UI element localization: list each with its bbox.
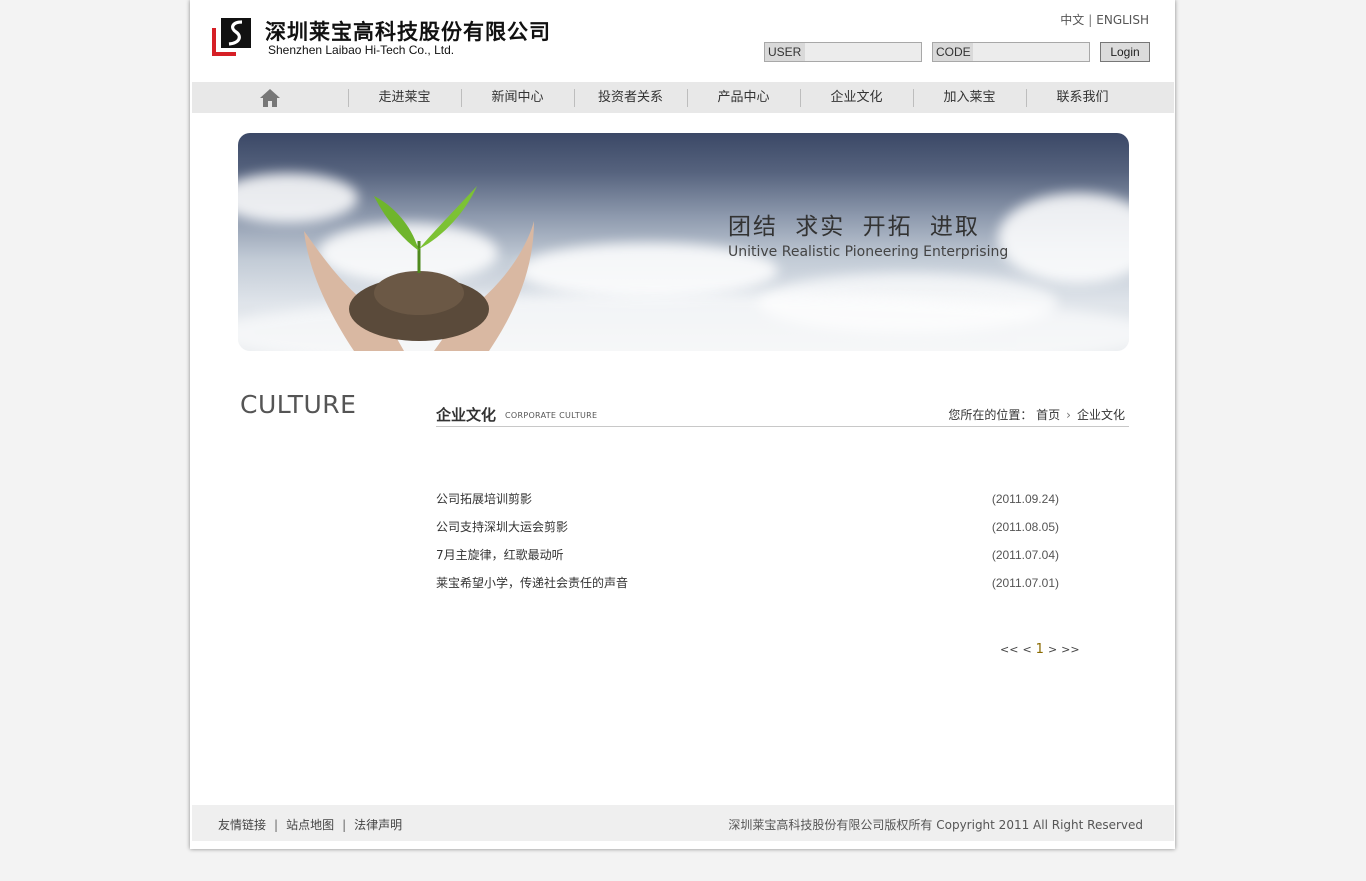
- news-date: (2011.08.05): [991, 520, 1059, 534]
- breadcrumb-current[interactable]: 企业文化: [1077, 408, 1125, 422]
- page-container: 深圳莱宝高科技股份有限公司 Shenzhen Laibao Hi-Tech Co…: [190, 0, 1175, 849]
- pagination: << <1 > >>: [1000, 642, 1084, 657]
- breadcrumb-prefix: 您所在的位置：: [948, 408, 1033, 422]
- news-date: (2011.07.04): [991, 548, 1059, 562]
- list-item: 公司支持深圳大运会剪影 (2011.08.05): [436, 515, 1061, 543]
- nav-item-products[interactable]: 产品中心: [687, 82, 800, 113]
- footer-link-legal[interactable]: 法律声明: [354, 818, 402, 832]
- nav-item-investor[interactable]: 投资者关系: [574, 82, 687, 113]
- list-item: 7月主旋律，红歌最动听 (2011.07.04): [436, 543, 1061, 571]
- language-switch: 中文 | ENGLISH: [1060, 11, 1149, 28]
- pager-last[interactable]: >>: [1061, 643, 1079, 656]
- pager-current[interactable]: 1: [1036, 642, 1044, 657]
- home-icon: [260, 88, 280, 107]
- chevron-right-icon: ›: [1066, 408, 1071, 422]
- breadcrumb-home-link[interactable]: 首页: [1036, 408, 1060, 422]
- logo-mark-icon: [212, 18, 251, 56]
- user-field: USER: [764, 42, 922, 62]
- code-input[interactable]: [973, 43, 1089, 61]
- hero-banner: 团结 求实 开拓 进取 Unitive Realistic Pioneering…: [238, 133, 1129, 351]
- footer-separator: |: [274, 818, 279, 832]
- lang-chinese-link[interactable]: 中文: [1060, 13, 1084, 27]
- logo-text-en: Shenzhen Laibao Hi-Tech Co., Ltd.: [268, 43, 455, 57]
- user-input[interactable]: [805, 43, 921, 61]
- news-title-link[interactable]: 7月主旋律，红歌最动听: [436, 548, 564, 562]
- content-header: 企业文化 CORPORATE CULTURE 您所在的位置： 首页 › 企业文化: [436, 400, 1129, 427]
- user-label: USER: [765, 43, 805, 61]
- news-title-link[interactable]: 公司支持深圳大运会剪影: [436, 520, 568, 534]
- footer-link-friends[interactable]: 友情链接: [218, 818, 266, 832]
- login-button[interactable]: Login: [1100, 42, 1150, 62]
- company-logo[interactable]: 深圳莱宝高科技股份有限公司 Shenzhen Laibao Hi-Tech Co…: [212, 16, 550, 60]
- banner-title-en: Unitive Realistic Pioneering Enterprisin…: [728, 244, 1009, 260]
- news-title-link[interactable]: 公司拓展培训剪影: [436, 492, 532, 506]
- footer: 友情链接 | 站点地图 | 法律声明 深圳莱宝高科技股份有限公司版权所有 Copyrig…: [192, 805, 1174, 841]
- lang-separator: |: [1088, 13, 1093, 27]
- content-title: 企业文化: [436, 406, 497, 424]
- footer-separator: |: [342, 818, 347, 832]
- footer-link-sitemap[interactable]: 站点地图: [286, 818, 334, 832]
- footer-links: 友情链接 | 站点地图 | 法律声明: [218, 816, 402, 833]
- nav-item-join[interactable]: 加入莱宝: [913, 82, 1026, 113]
- code-field: CODE: [932, 42, 1090, 62]
- pager-prev[interactable]: <: [1022, 643, 1031, 656]
- nav-item-about[interactable]: 走进莱宝: [348, 82, 461, 113]
- pager-first[interactable]: <<: [1000, 643, 1018, 656]
- nav-item-news[interactable]: 新闻中心: [461, 82, 574, 113]
- breadcrumb: 您所在的位置： 首页 › 企业文化: [948, 406, 1125, 423]
- lang-english-link[interactable]: ENGLISH: [1096, 13, 1149, 27]
- logo-text-cn: 深圳莱宝高科技股份有限公司: [265, 19, 551, 44]
- nav-home[interactable]: [192, 82, 348, 113]
- list-item: 公司拓展培训剪影 (2011.09.24): [436, 487, 1061, 515]
- list-item: 莱宝希望小学，传递社会责任的声音 (2011.07.01): [436, 571, 1061, 599]
- content-subtitle: CORPORATE CULTURE: [505, 411, 598, 420]
- main-nav: 走进莱宝 新闻中心 投资者关系 产品中心 企业文化 加入莱宝 联系我们: [192, 82, 1174, 113]
- news-title-link[interactable]: 莱宝希望小学，传递社会责任的声音: [436, 576, 628, 590]
- copyright-text: 深圳莱宝高科技股份有限公司版权所有 Copyright 2011 All Rig…: [728, 818, 1143, 832]
- banner-title-cn: 团结 求实 开拓 进取: [728, 214, 980, 240]
- code-label: CODE: [933, 43, 973, 61]
- news-date: (2011.09.24): [991, 492, 1059, 506]
- news-date: (2011.07.01): [991, 576, 1059, 590]
- nav-item-contact[interactable]: 联系我们: [1026, 82, 1139, 113]
- pager-next[interactable]: >: [1048, 643, 1057, 656]
- nav-item-culture[interactable]: 企业文化: [800, 82, 913, 113]
- sidebar-title: CULTURE: [240, 390, 357, 419]
- news-list: 公司拓展培训剪影 (2011.09.24) 公司支持深圳大运会剪影 (2011.…: [436, 487, 1061, 599]
- hands-seedling-image: [304, 186, 534, 351]
